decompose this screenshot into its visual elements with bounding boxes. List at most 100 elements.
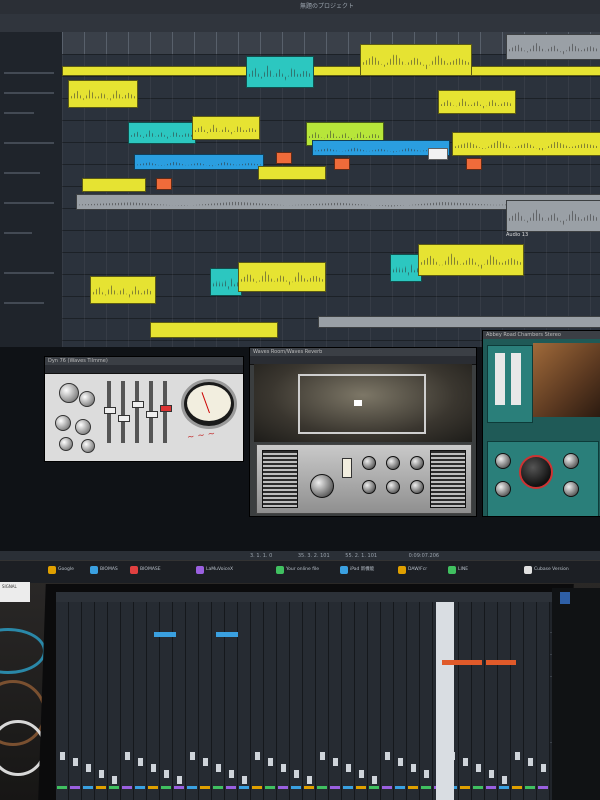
channel-strip[interactable] xyxy=(95,602,108,800)
channel-fader[interactable] xyxy=(359,770,364,778)
track-inspector[interactable] xyxy=(0,32,63,347)
channel-strip[interactable] xyxy=(420,602,433,800)
channel-fader[interactable] xyxy=(73,758,78,766)
channel-strip[interactable] xyxy=(511,602,524,800)
band-knob[interactable] xyxy=(75,419,91,435)
channel-strip[interactable] xyxy=(368,602,381,800)
midi-clip[interactable] xyxy=(466,158,482,170)
app-icon[interactable] xyxy=(398,566,406,574)
channel-strip[interactable] xyxy=(56,602,69,800)
taskbar-item[interactable]: BIOMAS xyxy=(100,565,118,575)
fader-cap[interactable] xyxy=(146,411,158,418)
eq-fader[interactable] xyxy=(121,381,125,443)
audio-clip[interactable] xyxy=(258,166,326,180)
channel-fader[interactable] xyxy=(333,758,338,766)
plugin-window-reverb[interactable]: Waves Room/Waves Reverb xyxy=(249,347,477,517)
channel-fader[interactable] xyxy=(541,764,546,772)
audio-clip[interactable] xyxy=(128,122,196,144)
app-icon[interactable] xyxy=(196,566,204,574)
mix-knob[interactable] xyxy=(310,474,334,498)
channel-strip[interactable] xyxy=(537,602,550,800)
channel-fader[interactable] xyxy=(86,764,91,772)
channel-fader[interactable] xyxy=(138,758,143,766)
channel-fader[interactable] xyxy=(268,758,273,766)
fader-cap[interactable] xyxy=(160,405,172,412)
mixer-toolbar[interactable] xyxy=(56,592,554,602)
channel-strip[interactable] xyxy=(69,602,82,800)
param-knob[interactable] xyxy=(563,453,579,469)
channel-fader[interactable] xyxy=(528,758,533,766)
channel-fader[interactable] xyxy=(190,752,195,760)
project-toolbar[interactable] xyxy=(0,14,600,33)
highlighted-insert[interactable] xyxy=(486,660,516,665)
audio-clip[interactable] xyxy=(318,316,600,328)
channel-strip[interactable] xyxy=(186,602,199,800)
taskbar-item[interactable]: BIOMASE xyxy=(140,565,161,575)
taskbar-item[interactable]: Google xyxy=(58,565,74,575)
channel-fader[interactable] xyxy=(424,770,429,778)
plugin-window-chambers[interactable]: Abbey Road Chambers Stereo xyxy=(482,330,600,517)
band-knob[interactable] xyxy=(81,439,95,453)
channel-fader[interactable] xyxy=(99,770,104,778)
send-tag[interactable] xyxy=(216,632,238,637)
channel-strip[interactable] xyxy=(290,602,303,800)
channel-fader[interactable] xyxy=(372,776,377,784)
channel-fader[interactable] xyxy=(398,758,403,766)
audio-clip[interactable] xyxy=(452,132,600,156)
param-knob[interactable] xyxy=(410,480,424,494)
plugin-window-eq[interactable]: Dyn 76 (Waves Tilmme) ~ ~ ~ xyxy=(44,356,244,462)
audio-clip[interactable] xyxy=(150,322,278,338)
channel-strip[interactable] xyxy=(134,602,147,800)
audio-clip[interactable] xyxy=(90,276,156,304)
param-knob[interactable] xyxy=(362,456,376,470)
param-knob[interactable] xyxy=(495,481,511,497)
channel-fader[interactable] xyxy=(294,770,299,778)
audio-clip[interactable] xyxy=(82,178,146,192)
eq-fader[interactable] xyxy=(163,381,167,443)
channel-fader[interactable] xyxy=(203,758,208,766)
channel-fader[interactable] xyxy=(463,758,468,766)
channel-strip[interactable] xyxy=(355,602,368,800)
channel-strip[interactable] xyxy=(459,602,472,800)
fader-cap[interactable] xyxy=(104,407,116,414)
midi-clip[interactable] xyxy=(156,178,172,190)
transport-bar[interactable]: 3. 1. 1. 0 35. 3. 2. 101 55. 2. 1. 101 0… xyxy=(0,551,600,560)
taskbar-item[interactable]: Your online file xyxy=(286,565,319,575)
app-icon[interactable] xyxy=(90,566,98,574)
channel-strip[interactable] xyxy=(342,602,355,800)
audio-clip[interactable] xyxy=(506,34,600,60)
param-knob[interactable] xyxy=(563,481,579,497)
channel-strip[interactable] xyxy=(303,602,316,800)
input-knob[interactable] xyxy=(59,383,79,403)
midi-clip[interactable] xyxy=(276,152,292,164)
channel-strip[interactable] xyxy=(108,602,121,800)
param-knob[interactable] xyxy=(495,453,511,469)
band-knob[interactable] xyxy=(55,415,71,431)
channel-fader[interactable] xyxy=(307,776,312,784)
audio-clip[interactable] xyxy=(360,44,472,76)
fader-cap[interactable] xyxy=(132,401,144,408)
app-icon[interactable] xyxy=(340,566,348,574)
channel-fader[interactable] xyxy=(151,764,156,772)
taskbar-item[interactable]: iPad 新機能 xyxy=(350,565,374,575)
channel-strip[interactable] xyxy=(277,602,290,800)
channel-fader[interactable] xyxy=(502,776,507,784)
channel-strip[interactable] xyxy=(238,602,251,800)
audio-clip[interactable] xyxy=(68,80,138,108)
channel-strip[interactable] xyxy=(524,602,537,800)
channel-strip[interactable] xyxy=(485,602,498,800)
mixer-console[interactable] xyxy=(56,592,554,800)
channel-fader[interactable] xyxy=(164,770,169,778)
audio-clip[interactable] xyxy=(62,66,600,76)
channel-fader[interactable] xyxy=(515,752,520,760)
channel-fader[interactable] xyxy=(346,764,351,772)
channel-fader[interactable] xyxy=(242,776,247,784)
channel-fader[interactable] xyxy=(281,764,286,772)
app-icon[interactable] xyxy=(524,566,532,574)
param-knob[interactable] xyxy=(386,456,400,470)
channel-fader[interactable] xyxy=(476,764,481,772)
midi-clip[interactable] xyxy=(428,148,448,160)
right-slider-slot[interactable] xyxy=(430,450,466,508)
selected-channel-strip[interactable] xyxy=(436,602,454,800)
audio-clip[interactable] xyxy=(246,56,314,88)
